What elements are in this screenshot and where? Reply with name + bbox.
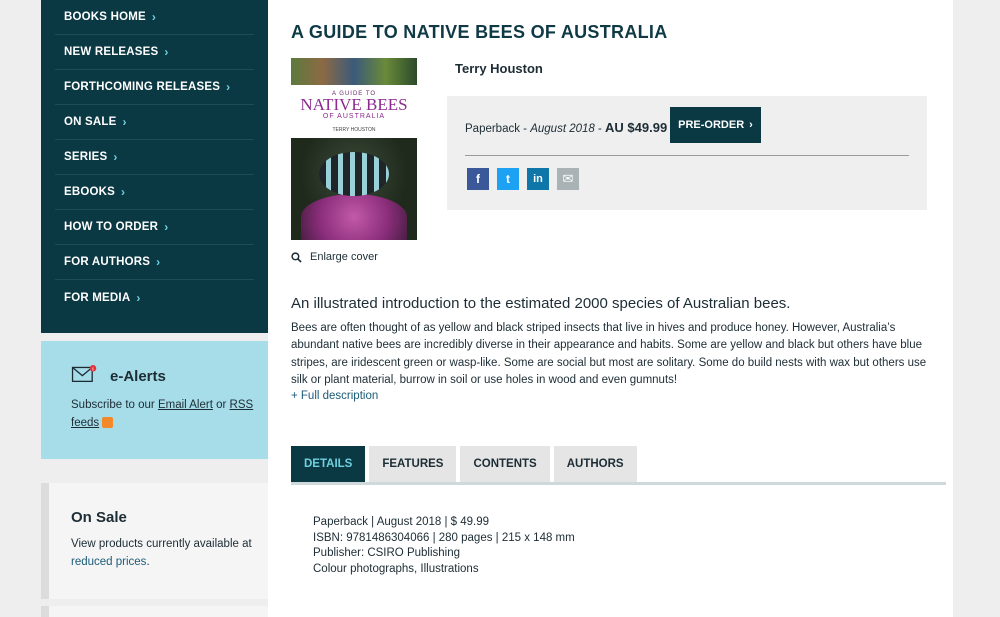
rss-link[interactable]: RSS (230, 399, 254, 411)
chevron-right-icon: › (151, 10, 156, 24)
chevron-right-icon: › (113, 150, 118, 164)
flower-image (301, 194, 407, 240)
e-alerts-text: Subscribe to our Email Alert or RSS feeds (71, 396, 261, 432)
on-sale-suffix: . (146, 556, 150, 568)
nav-item-label: SERIES (64, 151, 108, 163)
e-alerts-panel: ! e-Alerts Subscribe to our Email Alert … (41, 341, 268, 459)
book-cover[interactable]: A GUIDE TO NATIVE BEES OF AUSTRALIA TERR… (291, 58, 417, 240)
on-sale-text: View products currently available at red… (71, 535, 261, 571)
nav-item-label: EBOOKS (64, 186, 116, 198)
tab-underline (291, 482, 946, 485)
on-sale-title: On Sale (71, 509, 127, 526)
enlarge-cover-label: Enlarge cover (310, 251, 378, 263)
bee-image (319, 152, 389, 196)
e-alerts-title: e-Alerts (110, 368, 166, 385)
nav-item-books-home[interactable]: BOOKS HOME › (55, 0, 254, 35)
details-isbn-line: ISBN: 9781486304066 | 280 pages | 215 x … (313, 531, 575, 544)
price: AU $49.99 (605, 120, 668, 135)
twitter-icon[interactable]: t (497, 168, 519, 190)
nav-item-ebooks[interactable]: EBOOKS › (55, 175, 254, 210)
cover-title-text: NATIVE BEES (300, 95, 408, 114)
sidebar-nav: BOOKS HOME › NEW RELEASES › FORTHCOMING RE… (41, 0, 268, 333)
format-label: Paperback (465, 123, 520, 135)
chevron-right-icon: › (121, 185, 126, 199)
pre-order-label: PRE-ORDER (678, 119, 745, 131)
nav-item-label: HOW TO ORDER (64, 221, 159, 233)
chevron-right-icon: › (164, 220, 169, 234)
e-alerts-prefix: Subscribe to our (71, 399, 158, 411)
mail-icon: ! (71, 365, 97, 383)
enlarge-cover-link[interactable]: Enlarge cover (291, 251, 378, 263)
chevron-right-icon: › (136, 290, 141, 305)
details-publisher-line: Publisher: CSIRO Publishing (313, 547, 461, 560)
details-panel: Paperback | August 2018 | $ 49.99 ISBN: … (313, 515, 575, 577)
nav-item-series[interactable]: SERIES › (55, 140, 254, 175)
purchase-box: Paperback - August 2018 - AU $49.99 PRE-… (447, 96, 927, 210)
on-sale-panel: On Sale View products currently availabl… (41, 483, 268, 599)
linkedin-icon[interactable]: in (527, 168, 549, 190)
nav-item-label: FORTHCOMING RELEASES (64, 81, 221, 93)
details-format-line: Paperback | August 2018 | $ 49.99 (313, 516, 490, 528)
page-title: A GUIDE TO NATIVE BEES OF AUSTRALIA (291, 22, 668, 42)
tab-details[interactable]: DETAILS (291, 446, 366, 482)
author-name[interactable]: Terry Houston (455, 61, 543, 76)
nav-item-new-releases[interactable]: NEW RELEASES › (55, 35, 254, 70)
facebook-icon[interactable]: f (467, 168, 489, 190)
reduced-prices-link[interactable]: reduced prices (71, 556, 146, 568)
nav-item-label: ON SALE (64, 116, 117, 128)
cover-bee-photo (291, 138, 417, 240)
nav-item-label: NEW RELEASES (64, 46, 159, 58)
pre-order-button[interactable]: PRE-ORDER › (670, 107, 761, 143)
chevron-right-icon: › (164, 45, 169, 59)
product-tabs: DETAILS FEATURES CONTENTS AUTHORS (291, 446, 637, 482)
format-separator: - (519, 123, 531, 135)
rss-feeds-link[interactable]: feeds (71, 417, 99, 429)
nav-item-forthcoming-releases[interactable]: FORTHCOMING RELEASES › (55, 70, 254, 105)
e-alerts-or: or (212, 399, 230, 411)
cover-photo-strip (291, 58, 417, 85)
tab-features[interactable]: FEATURES (369, 446, 457, 482)
chevron-right-icon: › (122, 115, 127, 129)
nav-item-label: FOR MEDIA (64, 291, 131, 304)
tab-contents[interactable]: CONTENTS (460, 446, 550, 482)
price-separator: - (594, 123, 606, 135)
nav-item-for-authors[interactable]: FOR AUTHORS › (55, 245, 254, 280)
release-date: August 2018 (530, 123, 595, 135)
search-icon (291, 251, 302, 263)
nav-item-for-media[interactable]: FOR MEDIA › (55, 280, 254, 315)
divider (465, 155, 909, 156)
chevron-right-icon: › (156, 255, 161, 269)
nav-item-label: BOOKS HOME (64, 11, 146, 23)
next-sidebar-panel (41, 606, 268, 617)
tab-authors[interactable]: AUTHORS (553, 446, 637, 482)
cover-subtitle-text: OF AUSTRALIA (322, 113, 386, 120)
book-blurb: An illustrated introduction to the estim… (291, 295, 791, 312)
book-description: Bees are often thought of as yellow and … (291, 322, 927, 387)
on-sale-prefix: View products currently available at (71, 538, 252, 550)
nav-item-label: FOR AUTHORS (64, 256, 151, 268)
chevron-right-icon: › (749, 119, 753, 131)
rss-icon[interactable] (102, 417, 114, 428)
nav-item-how-to-order[interactable]: HOW TO ORDER › (55, 210, 254, 245)
cover-author-text: TERRY HOUSTON (332, 127, 376, 133)
full-description-link[interactable]: + Full description (291, 390, 378, 402)
details-illustrations-line: Colour photographs, Illustrations (313, 562, 479, 575)
nav-item-on-sale[interactable]: ON SALE › (55, 105, 254, 140)
email-icon[interactable]: ✉ (557, 168, 579, 190)
format-info: Paperback - August 2018 - AU $49.99 (465, 120, 667, 135)
chevron-right-icon: › (226, 80, 231, 94)
email-alert-link[interactable]: Email Alert (158, 399, 213, 411)
